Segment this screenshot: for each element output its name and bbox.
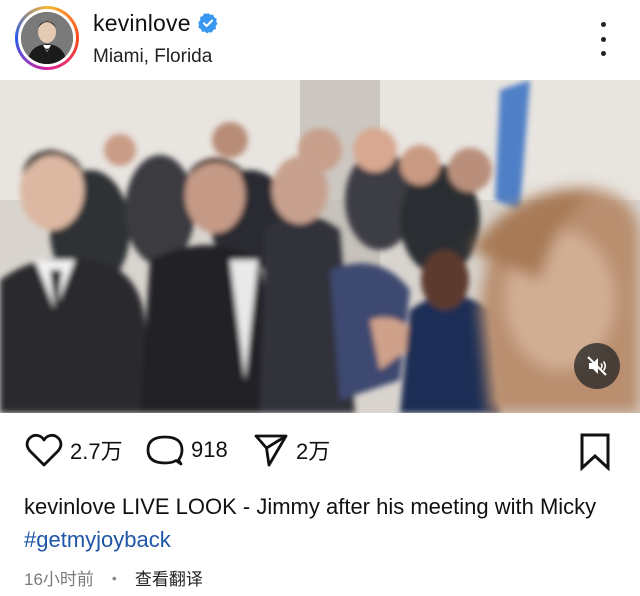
username-row[interactable]: kevinlove — [93, 10, 219, 37]
comment-count[interactable]: 918 — [191, 437, 228, 463]
share-button[interactable]: 2万 — [252, 428, 330, 472]
mute-icon[interactable] — [574, 343, 620, 389]
post-video[interactable] — [0, 80, 640, 413]
speaker-muted-glyph — [587, 356, 607, 376]
heart-icon[interactable] — [24, 431, 64, 469]
share-icon[interactable] — [252, 431, 290, 469]
caption-username[interactable]: kevinlove — [24, 494, 116, 519]
meta-separator: • — [111, 569, 117, 586]
share-count[interactable]: 2万 — [296, 434, 330, 466]
verified-badge-icon — [198, 12, 218, 34]
bookmark-button[interactable] — [578, 432, 612, 477]
video-frame — [0, 80, 640, 413]
more-options-icon[interactable] — [595, 22, 611, 56]
comment-icon[interactable] — [145, 431, 185, 469]
action-bar: 2.7万 918 2万 — [0, 428, 640, 478]
bookmark-icon[interactable] — [578, 432, 612, 472]
hashtag-link[interactable]: #getmyjoyback — [24, 527, 171, 552]
comment-button[interactable]: 918 — [145, 428, 228, 472]
see-translation-link[interactable]: 查看翻译 — [135, 565, 203, 590]
timestamp: 16小时前 — [24, 570, 94, 589]
caption-text: LIVE LOOK - Jimmy after his meeting with… — [121, 494, 597, 519]
avatar-image — [21, 12, 73, 64]
avatar[interactable] — [15, 6, 79, 70]
post-header: kevinlove Miami, Florida — [0, 0, 640, 80]
like-button[interactable]: 2.7万 — [24, 428, 123, 472]
avatar-illustration — [21, 12, 73, 64]
username[interactable]: kevinlove — [93, 10, 191, 36]
post-meta: 16小时前 • 查看翻译 — [24, 565, 203, 590]
like-count[interactable]: 2.7万 — [70, 434, 123, 466]
location[interactable]: Miami, Florida — [93, 46, 212, 68]
post-caption: kevinlove LIVE LOOK - Jimmy after his me… — [24, 490, 624, 556]
